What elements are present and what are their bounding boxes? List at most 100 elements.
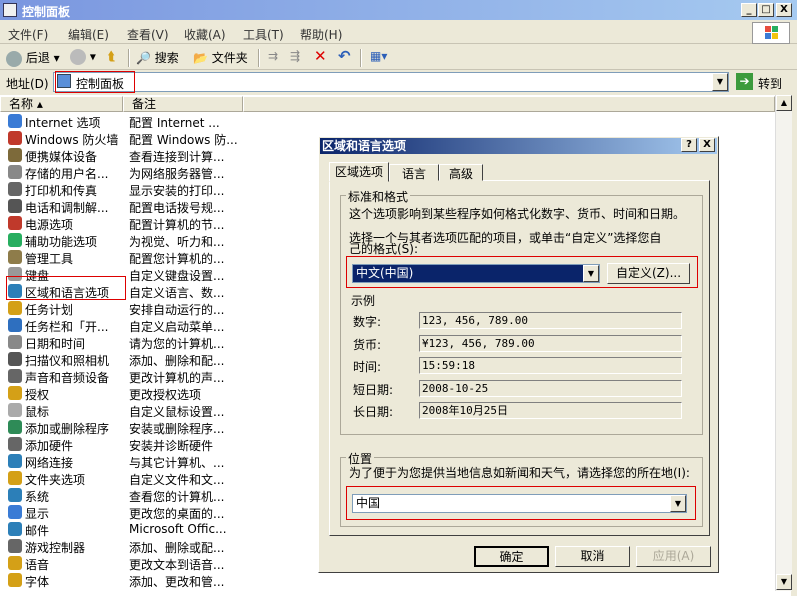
column-header-name[interactable]: 名称 ▴	[0, 96, 123, 112]
forward-arrow-icon	[70, 49, 86, 65]
item-name: 系统	[25, 490, 50, 504]
list-item[interactable]: 语音 更改文本到语音...	[0, 555, 240, 572]
list-item[interactable]: 邮件 Microsoft Offic...	[0, 521, 240, 538]
search-button[interactable]: 🔎 搜索	[136, 49, 179, 67]
column-header-comment[interactable]: 备注	[123, 96, 243, 112]
item-comment: 查看您的计算机...	[129, 490, 225, 504]
item-icon	[8, 335, 22, 349]
folders-label: 文件夹	[211, 51, 248, 65]
back-button[interactable]: 后退 ▾	[6, 49, 60, 67]
list-item[interactable]: 授权 更改授权选项	[0, 385, 240, 402]
item-comment: 更改文本到语音...	[129, 558, 225, 572]
item-name: 添加硬件	[25, 439, 74, 453]
item-comment: 更改计算机的声...	[129, 371, 225, 385]
sample-value-field: 2008-10-25	[419, 379, 682, 397]
item-icon	[8, 471, 22, 485]
item-icon	[8, 505, 22, 519]
address-label: 地址(D)	[6, 77, 49, 91]
list-item[interactable]: 电话和调制解... 配置电话拨号规...	[0, 198, 240, 215]
list-item[interactable]: 网络连接 与其它计算机、...	[0, 453, 240, 470]
ok-button[interactable]: 确定	[474, 546, 549, 567]
vertical-scrollbar[interactable]: ▲ ▼	[775, 95, 792, 591]
list-item[interactable]: 电源选项 配置计算机的节...	[0, 215, 240, 232]
list-item[interactable]: 声音和音频设备 更改计算机的声...	[0, 368, 240, 385]
list-item[interactable]: 打印机和传真 显示安装的打印...	[0, 181, 240, 198]
tab-advanced[interactable]: 高级	[439, 164, 483, 181]
list-item[interactable]: 管理工具 配置您计算机的...	[0, 249, 240, 266]
item-icon	[8, 216, 22, 230]
views-icon[interactable]: ▦▾	[370, 49, 387, 67]
copy-to-icon[interactable]: ⇶	[290, 49, 300, 67]
folders-button[interactable]: 📂 文件夹	[193, 49, 248, 67]
item-name: Windows 防火墙	[25, 133, 119, 147]
item-comment: 自定义启动菜单...	[129, 320, 225, 334]
undo-icon[interactable]: ↶	[338, 47, 351, 65]
forward-button[interactable]: ▾	[70, 49, 96, 67]
sample-label: 数字:	[353, 315, 382, 329]
back-arrow-icon	[6, 50, 22, 67]
up-folder-button[interactable]: ⮬	[108, 49, 115, 67]
address-dropdown-icon[interactable]: ▼	[712, 73, 728, 91]
list-item[interactable]: 游戏控制器 添加、删除或配...	[0, 538, 240, 555]
dialog-title-bar[interactable]: 区域和语言选项	[320, 138, 717, 154]
delete-icon[interactable]: ✕	[314, 47, 327, 65]
item-name: 授权	[25, 388, 50, 402]
item-icon	[8, 301, 22, 315]
chevron-down-icon[interactable]: ▼	[670, 495, 686, 512]
list-item[interactable]: 字体 添加、更改和管...	[0, 572, 240, 589]
scroll-down-icon[interactable]: ▼	[776, 574, 792, 590]
window-title-bar[interactable]: 控制面板 _ □ X	[0, 0, 797, 20]
list-item[interactable]: 添加或删除程序 安装或删除程序...	[0, 419, 240, 436]
list-item[interactable]: 日期和时间 请为您的计算机...	[0, 334, 240, 351]
item-comment: Microsoft Offic...	[129, 522, 227, 536]
cancel-button[interactable]: 取消	[555, 546, 630, 567]
list-item[interactable]: 鼠标 自定义鼠标设置...	[0, 402, 240, 419]
item-icon	[8, 199, 22, 213]
dialog-help-button[interactable]: ?	[681, 138, 697, 152]
menu-edit[interactable]: 编辑(E)	[68, 26, 109, 43]
tab-languages[interactable]: 语言	[389, 164, 439, 181]
list-item[interactable]: 任务计划 安排自动运行的...	[0, 300, 240, 317]
sample-label: 短日期:	[353, 382, 394, 397]
address-input[interactable]: 控制面板 ▼	[53, 72, 729, 92]
close-button[interactable]: X	[776, 3, 792, 17]
customize-button[interactable]: 自定义(Z)...	[607, 263, 690, 284]
menu-help[interactable]: 帮助(H)	[300, 26, 342, 43]
list-item[interactable]: 添加硬件 安装并诊断硬件	[0, 436, 240, 453]
list-item[interactable]: 文件夹选项 自定义文件和文...	[0, 470, 240, 487]
standards-group-label: 标准和格式	[346, 188, 411, 205]
tab-regional-options[interactable]: 区域选项	[329, 162, 389, 182]
format-select[interactable]: 中文(中国) ▼	[352, 264, 600, 283]
dialog-close-button[interactable]: X	[699, 138, 715, 152]
chevron-down-icon[interactable]: ▼	[583, 265, 599, 282]
scroll-up-icon[interactable]: ▲	[776, 95, 792, 111]
go-arrow-icon[interactable]: ➔	[736, 73, 753, 90]
list-item[interactable]: 辅助功能选项 为视觉、听力和...	[0, 232, 240, 249]
item-comment: 配置 Windows 防...	[129, 133, 238, 147]
menu-tools[interactable]: 工具(T)	[243, 26, 284, 43]
item-name: 存储的用户名...	[25, 167, 109, 181]
item-comment: 请为您的计算机...	[129, 337, 225, 351]
list-item[interactable]: 显示 更改您的桌面的...	[0, 504, 240, 521]
list-item[interactable]: 便携媒体设备 查看连接到计算...	[0, 147, 240, 164]
list-item[interactable]: 扫描仪和照相机 添加、删除和配...	[0, 351, 240, 368]
control-panel-icon	[3, 3, 17, 17]
item-icon	[8, 522, 22, 536]
list-item[interactable]: 存储的用户名... 为网络服务器管...	[0, 164, 240, 181]
list-item[interactable]: 系统 查看您的计算机...	[0, 487, 240, 504]
go-button[interactable]: 转到	[758, 75, 782, 92]
list-item[interactable]: 任务栏和「开... 自定义启动菜单...	[0, 317, 240, 334]
list-item[interactable]: Windows 防火墙 配置 Windows 防...	[0, 130, 240, 147]
menu-favorites[interactable]: 收藏(A)	[184, 26, 226, 43]
apply-button[interactable]: 应用(A)	[636, 546, 711, 567]
maximize-button[interactable]: □	[758, 3, 774, 17]
list-item[interactable]: Internet 选项 配置 Internet ...	[0, 113, 240, 130]
item-name: Internet 选项	[25, 116, 101, 130]
location-select[interactable]: 中国 ▼	[352, 494, 687, 513]
minimize-button[interactable]: _	[741, 3, 757, 17]
menu-file[interactable]: 文件(F)	[8, 26, 48, 43]
select-format-description-line2: 己的格式(S):	[349, 242, 419, 256]
move-to-icon[interactable]: ⇉	[268, 49, 278, 67]
menu-view[interactable]: 查看(V)	[127, 26, 169, 43]
item-icon	[8, 165, 22, 179]
